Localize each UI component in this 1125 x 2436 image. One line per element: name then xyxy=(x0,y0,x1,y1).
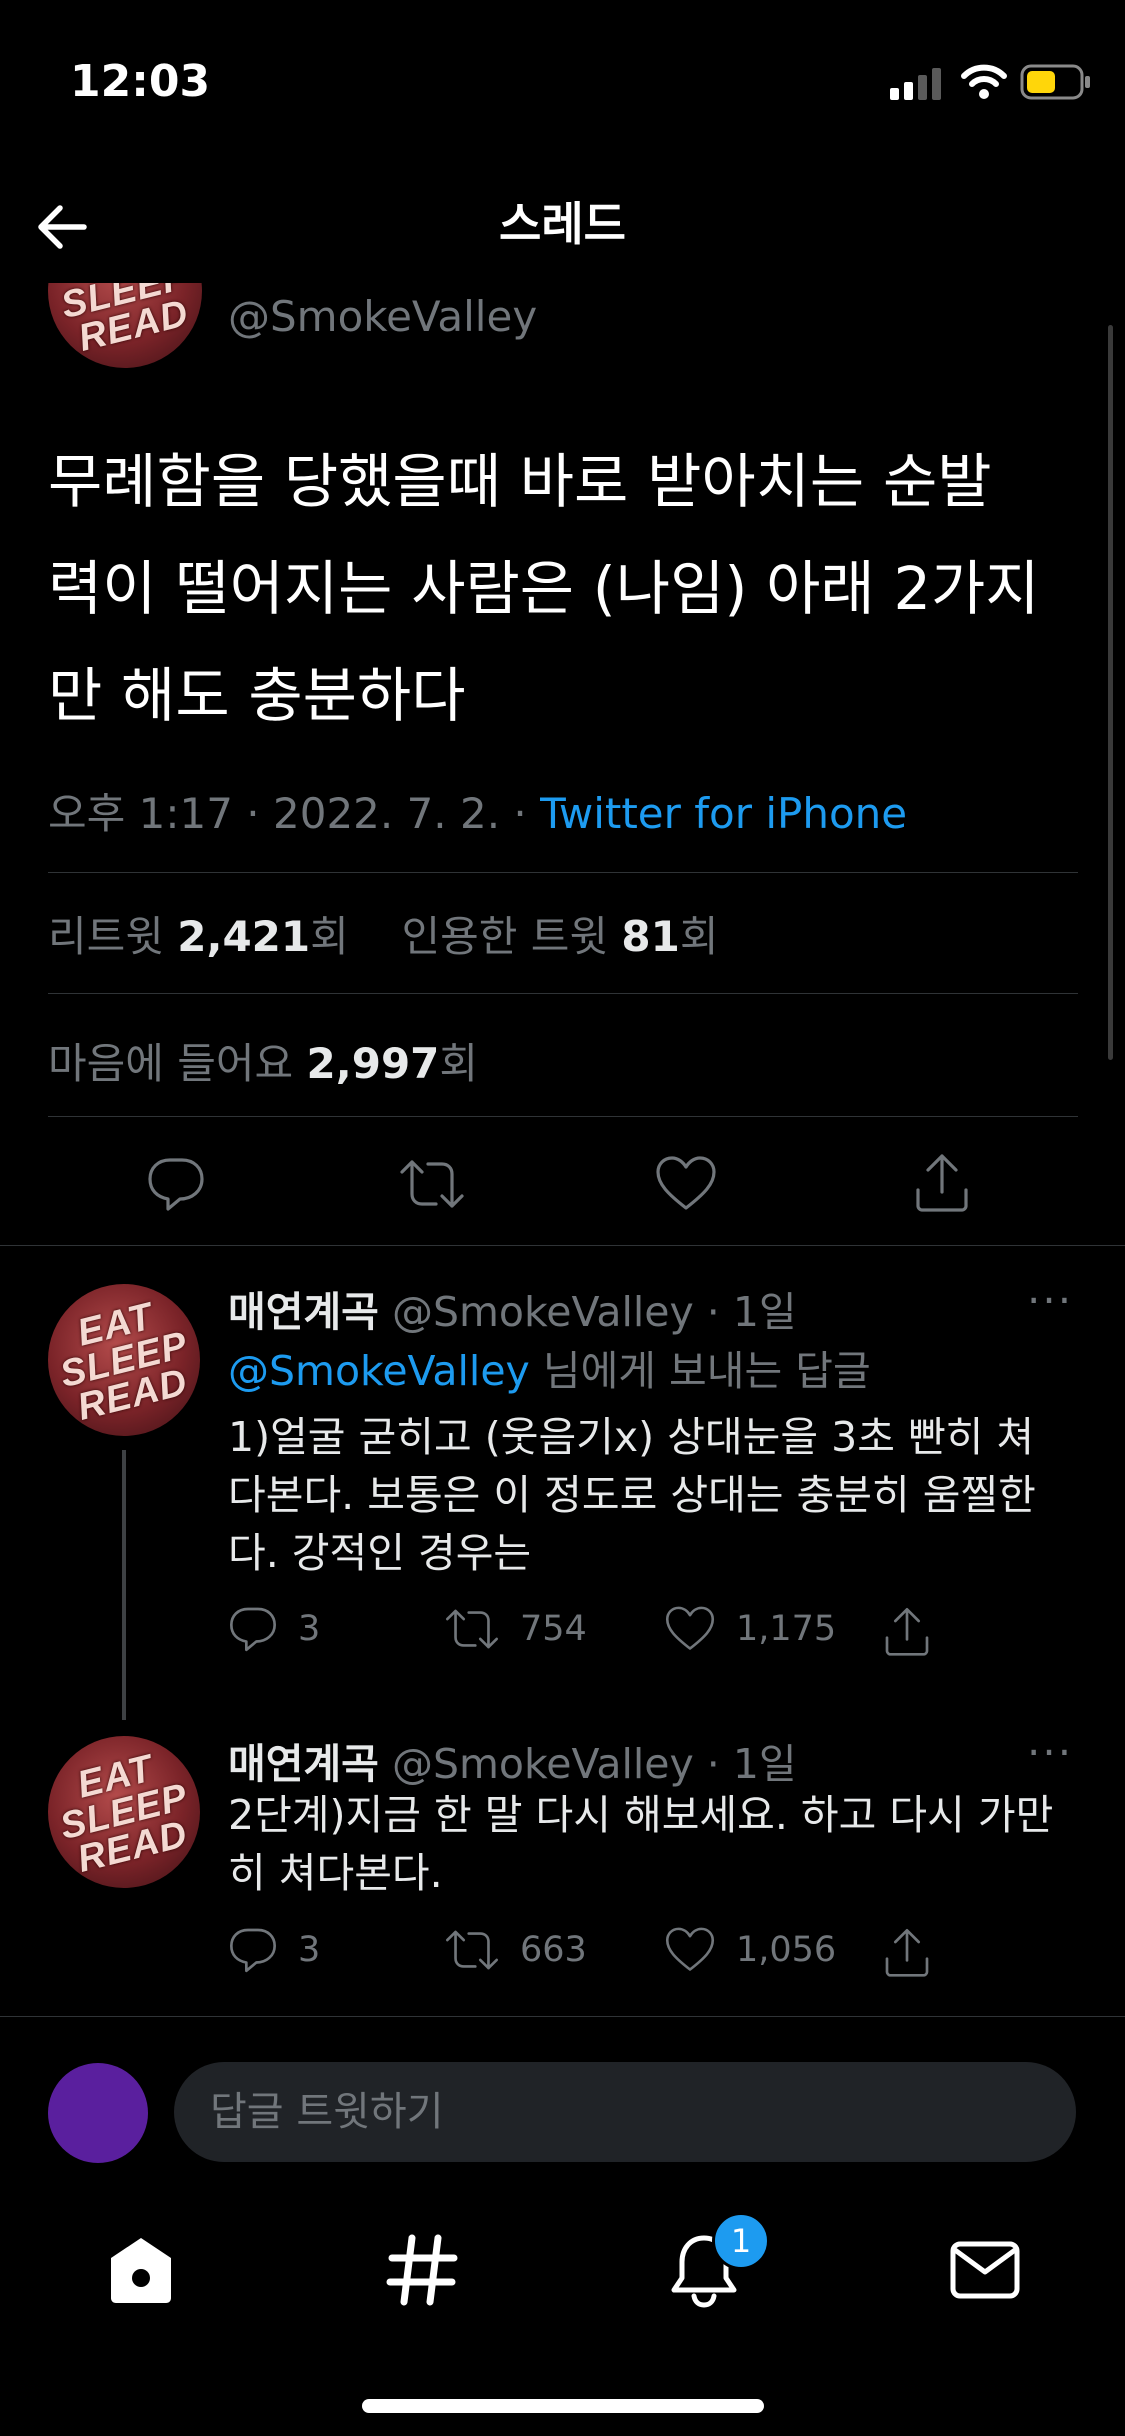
reply-icon[interactable] xyxy=(146,1154,206,1214)
retweet-action[interactable]: 663 xyxy=(444,1925,587,1975)
notifications-badge: 1 xyxy=(712,2212,770,2270)
retweet-action[interactable]: 754 xyxy=(444,1604,587,1654)
heart-icon xyxy=(665,1927,715,1971)
heart-icon[interactable] xyxy=(654,1154,718,1214)
reply-author-name[interactable]: 매연계곡 xyxy=(228,1740,379,1788)
reply-text: 1)얼굴 굳히고 (웃음기x) 상대눈을 3초 빤히 쳐 다본다. 보통은 이 … xyxy=(228,1413,1036,1577)
divider xyxy=(48,872,1078,873)
tweet-text-line: 만 해도 충분하다 xyxy=(48,661,466,730)
avatar-art: EATSLEEPREAD xyxy=(56,1747,192,1881)
more-options-icon[interactable]: ··· xyxy=(1027,1728,1073,1777)
tweet-text-line: 무례함을 당했을때 바로 받아치는 순발 xyxy=(48,447,992,516)
like-action[interactable]: 1,175 xyxy=(664,1604,836,1654)
share-icon[interactable] xyxy=(882,1925,932,1979)
avatar-art: EATSLEEPREAD xyxy=(56,1295,192,1429)
tweet-meta: 오후 1:17 · 2022. 7. 2. · Twitter for iPho… xyxy=(48,780,907,841)
envelope-icon[interactable] xyxy=(945,2230,1025,2310)
reply-author-handle[interactable]: @SmokeValley · 1일 xyxy=(392,1740,797,1788)
divider xyxy=(48,1116,1078,1117)
home-indicator[interactable] xyxy=(362,2399,764,2413)
thread-connector-line xyxy=(122,1450,126,1720)
retweet-icon[interactable] xyxy=(398,1154,466,1214)
wifi-icon xyxy=(961,64,1007,99)
replying-to-handle[interactable]: @SmokeValley xyxy=(228,1347,530,1395)
reply-action[interactable]: 3 xyxy=(228,1604,320,1654)
scrollbar[interactable] xyxy=(1108,325,1113,1060)
reply-input[interactable] xyxy=(174,2062,1076,2162)
tweet-stats-retweets: 리트윗 2,421회 인용한 트윗 81회 xyxy=(48,903,719,964)
hashtag-icon[interactable] xyxy=(382,2230,462,2310)
tweet-source-link[interactable]: Twitter for iPhone xyxy=(540,789,907,838)
reply-action[interactable]: 3 xyxy=(228,1925,320,1975)
reply-author-line: 매연계곡 @SmokeValley · 1일 xyxy=(228,1730,797,1790)
avatar[interactable]: EATSLEEPREAD xyxy=(48,1284,200,1436)
heart-icon xyxy=(665,1606,715,1650)
home-icon[interactable] xyxy=(101,2230,181,2310)
tweet-author-handle[interactable]: @SmokeValley xyxy=(228,292,537,341)
retweet-icon xyxy=(445,1609,499,1649)
retweet-icon xyxy=(445,1930,499,1970)
more-options-icon[interactable]: ··· xyxy=(1027,1276,1073,1325)
reply-author-line: 매연계곡 @SmokeValley · 1일 xyxy=(228,1278,797,1338)
reply-icon xyxy=(230,1928,276,1973)
divider xyxy=(0,2016,1125,2017)
share-icon[interactable] xyxy=(912,1150,972,1214)
page-title: 스레드 xyxy=(499,197,626,251)
signal-icon xyxy=(890,68,941,100)
replying-to: @SmokeValley 님에게 보내는 답글 xyxy=(228,1347,871,1395)
divider xyxy=(0,1245,1125,1246)
reply-author-handle[interactable]: @SmokeValley · 1일 xyxy=(392,1288,797,1336)
tweet-text-line: 력이 떨어지는 사람은 (나임) 아래 2가지 xyxy=(48,554,1040,623)
quotes-stat[interactable]: 인용한 트윗 81회 xyxy=(402,912,719,961)
reply-author-name[interactable]: 매연계곡 xyxy=(228,1288,379,1336)
status-time: 12:03 xyxy=(70,56,211,107)
tweet-timestamp: 오후 1:17 · 2022. 7. 2. · xyxy=(48,789,541,838)
avatar[interactable]: EATSLEEPREAD xyxy=(48,1736,200,1888)
tweet-text: 무례함을 당했을때 바로 받아치는 순발 력이 떨어지는 사람은 (나임) 아래… xyxy=(48,428,1078,749)
status-bar: 12:03 xyxy=(0,0,1125,150)
divider xyxy=(48,993,1078,994)
battery-icon xyxy=(1020,64,1090,100)
reply-text: 2단계)지금 한 말 다시 해보세요. 하고 다시 가만 히 쳐다본다. xyxy=(228,1791,1054,1897)
likes-stat[interactable]: 마음에 들어요 2,997회 xyxy=(48,1030,478,1091)
user-avatar[interactable] xyxy=(48,2063,148,2163)
share-icon[interactable] xyxy=(882,1604,932,1658)
retweets-stat[interactable]: 리트윗 2,421회 xyxy=(48,912,349,961)
reply-icon xyxy=(230,1607,276,1652)
like-action[interactable]: 1,056 xyxy=(664,1925,836,1975)
